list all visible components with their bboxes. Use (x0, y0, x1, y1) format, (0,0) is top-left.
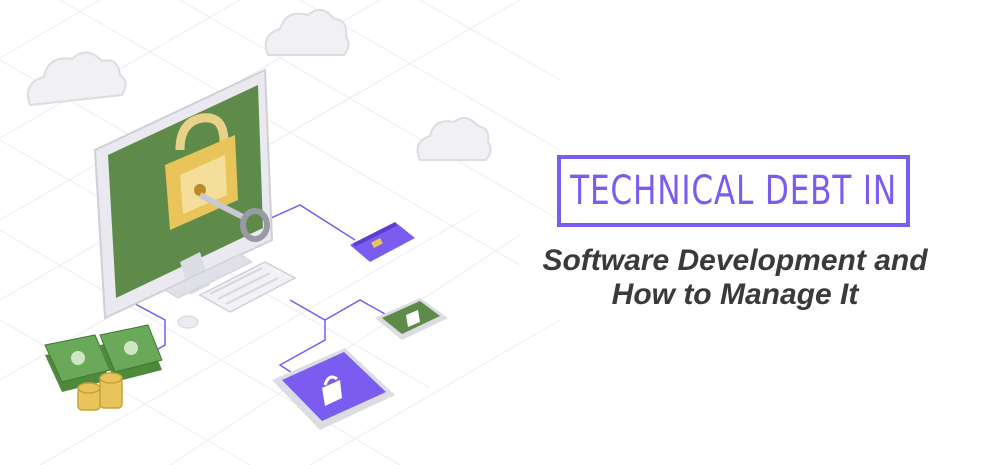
cloud-icon (26, 51, 127, 107)
cloud-icon (264, 8, 350, 56)
subtitle: Software Development and How to Manage I… (500, 244, 970, 312)
title-box: TECHNICAL DEBT IN (557, 155, 910, 227)
subtitle-line-2: How to Manage It (611, 278, 859, 311)
mouse (177, 315, 199, 329)
tablet-lock-icon (272, 348, 395, 430)
illustration (0, 0, 561, 465)
credit-card-icon (350, 222, 415, 262)
subtitle-line-1: Software Development and (542, 244, 928, 277)
page-title: TECHNICAL DEBT IN (570, 168, 897, 214)
cloud-icon (416, 116, 492, 161)
tablet-lock-icon (375, 298, 448, 340)
